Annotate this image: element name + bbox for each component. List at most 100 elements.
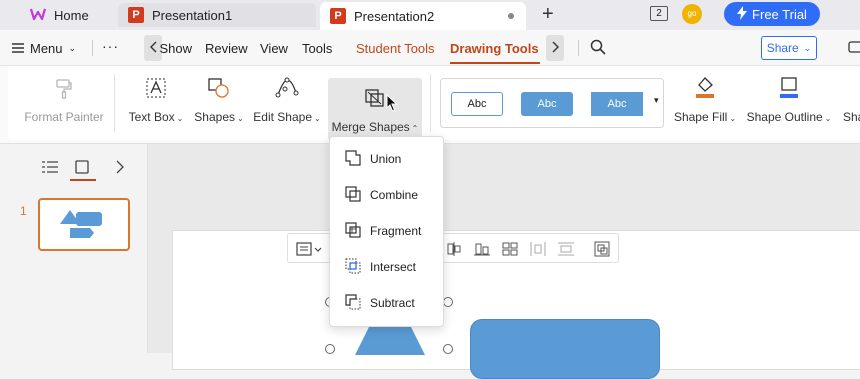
paint-bucket-icon [694, 75, 716, 110]
merge-fragment-item[interactable]: Fragment [330, 213, 445, 249]
chevron-right-icon[interactable] [116, 160, 124, 177]
tab-presentation2-label: Presentation2 [354, 8, 435, 24]
style-sample-filled-rounded[interactable]: Abc [521, 92, 573, 116]
divider [114, 74, 115, 132]
editing-canvas [148, 144, 860, 379]
title-bar: Home P Presentation1 P Presentation2 + 2… [0, 0, 860, 30]
free-trial-label: Free Trial [752, 6, 807, 22]
slide-thumbnail[interactable] [38, 198, 130, 251]
merge-union-label: Union [370, 152, 402, 166]
search-icon[interactable] [590, 39, 606, 58]
caret-up-icon: ⌃ [411, 124, 419, 133]
format-painter-label: Format Painter [24, 110, 104, 124]
presentation-icon: P [330, 8, 346, 24]
scroll-right-button[interactable] [546, 35, 564, 61]
main-menu-button[interactable]: Menu ⌄ [12, 41, 76, 56]
menu-label: Menu [30, 41, 63, 56]
ribbon-toolbar: Format Painter Text Box ⌄ Shapes ⌄ Edit Sh… [0, 66, 860, 144]
hamburger-icon [12, 41, 24, 56]
tab-drawing-tools[interactable]: Drawing Tools [450, 41, 539, 56]
edit-shape-button[interactable]: Edit Shape ⌄ [252, 66, 322, 136]
chevron-down-icon: ⌄ [803, 42, 812, 53]
distribute-horizontal-icon[interactable] [530, 242, 546, 259]
tab-student-tools[interactable]: Student Tools [356, 41, 435, 56]
slides-pane: 1 [0, 144, 148, 353]
tab-slide-show[interactable]: Show [160, 41, 192, 56]
triangle-shape[interactable] [355, 323, 425, 355]
caret-down-icon: ⌄ [824, 114, 832, 123]
comment-icon[interactable] [848, 40, 860, 59]
tab-view[interactable]: View [260, 41, 288, 56]
style-sample-label: Abc [467, 98, 487, 110]
merge-shapes-button[interactable]: Merge Shapes ⌃ [328, 78, 422, 140]
edit-shape-icon [275, 77, 299, 110]
slide[interactable] [172, 230, 860, 379]
merge-shapes-label: Merge Shapes [331, 120, 410, 134]
merge-combine-label: Combine [370, 188, 419, 202]
shapes-button[interactable]: Shapes ⌄ [192, 66, 246, 136]
tab-presentation2[interactable]: P Presentation2 [320, 2, 526, 30]
caret-down-icon: ⌄ [176, 114, 184, 123]
tab-presentation1-label: Presentation1 [152, 7, 233, 23]
align-bottom-icon[interactable] [474, 242, 490, 259]
chevron-left-icon [149, 41, 157, 56]
outline-view-icon[interactable] [42, 160, 58, 177]
tab-presentation1[interactable]: P Presentation1 [118, 3, 316, 27]
gallery-expand-icon[interactable]: ▾ [654, 95, 659, 106]
share-button[interactable]: Share ⌄ [761, 36, 817, 60]
shape-fill-label: Shape Fill [673, 110, 728, 124]
layout-options-icon[interactable] [296, 242, 322, 259]
shape-effects-button-partial[interactable]: Sha [843, 110, 860, 124]
text-box-button[interactable]: Text Box ⌄ [126, 66, 186, 136]
chevron-right-icon [552, 41, 559, 56]
rounded-rectangle-shape[interactable] [470, 319, 660, 379]
merge-subtract-item[interactable]: Subtract [330, 285, 445, 321]
unsaved-dot-icon[interactable] [508, 13, 514, 19]
group-icon[interactable] [594, 241, 610, 260]
merge-subtract-label: Subtract [370, 296, 415, 310]
divider [92, 40, 93, 56]
merge-shapes-icon [363, 87, 387, 120]
intersect-icon [344, 257, 362, 278]
new-tab-button[interactable]: + [542, 3, 554, 26]
avatar[interactable]: go [682, 4, 702, 24]
tab-home[interactable]: Home [20, 3, 99, 27]
merge-union-item[interactable]: Union [330, 141, 445, 177]
page-indicator-icon[interactable]: 2 [650, 6, 668, 21]
shape-outline-label: Shape Outline [746, 110, 823, 124]
mouse-cursor-icon [386, 93, 398, 115]
wps-logo-icon [29, 7, 47, 24]
shapes-icon [207, 77, 231, 110]
shape-outline-button[interactable]: Shape Outline ⌄ [744, 66, 834, 136]
more-options-button[interactable]: ··· [102, 38, 119, 54]
merge-combine-item[interactable]: Combine [330, 177, 445, 213]
shape-outline-icon [778, 75, 800, 110]
text-box-icon [145, 77, 167, 110]
merge-fragment-label: Fragment [370, 224, 422, 238]
presentation-icon: P [128, 7, 144, 23]
shape-fill-button[interactable]: Shape Fill ⌄ [672, 66, 738, 136]
slide-view-icon[interactable] [75, 160, 89, 177]
align-center-icon[interactable] [446, 242, 462, 259]
caret-down-icon: ⌄ [237, 114, 244, 123]
tab-review[interactable]: Review [205, 41, 248, 56]
style-sample-outline[interactable]: Abc [451, 92, 503, 116]
style-sample-filled[interactable]: Abc [591, 92, 643, 116]
distribute-vertical-icon[interactable] [558, 242, 574, 259]
divider [578, 40, 579, 56]
format-painter-button[interactable]: Format Painter [22, 66, 106, 136]
free-trial-button[interactable]: Free Trial [724, 2, 820, 26]
combine-icon [344, 185, 362, 206]
divider [430, 74, 431, 132]
tab-home-label: Home [54, 7, 89, 23]
union-icon [344, 149, 362, 170]
lightning-icon [737, 5, 748, 23]
fragment-icon [344, 221, 362, 242]
style-sample-label: Abc [607, 98, 627, 110]
merge-intersect-item[interactable]: Intersect [330, 249, 445, 285]
distribute-icon[interactable] [502, 242, 518, 259]
menu-bar: Menu ⌄ ··· Show Review View Tools Studen… [0, 30, 860, 66]
subtract-icon [344, 293, 362, 314]
edit-shape-label: Edit Shape [253, 110, 312, 124]
tab-tools[interactable]: Tools [302, 41, 332, 56]
